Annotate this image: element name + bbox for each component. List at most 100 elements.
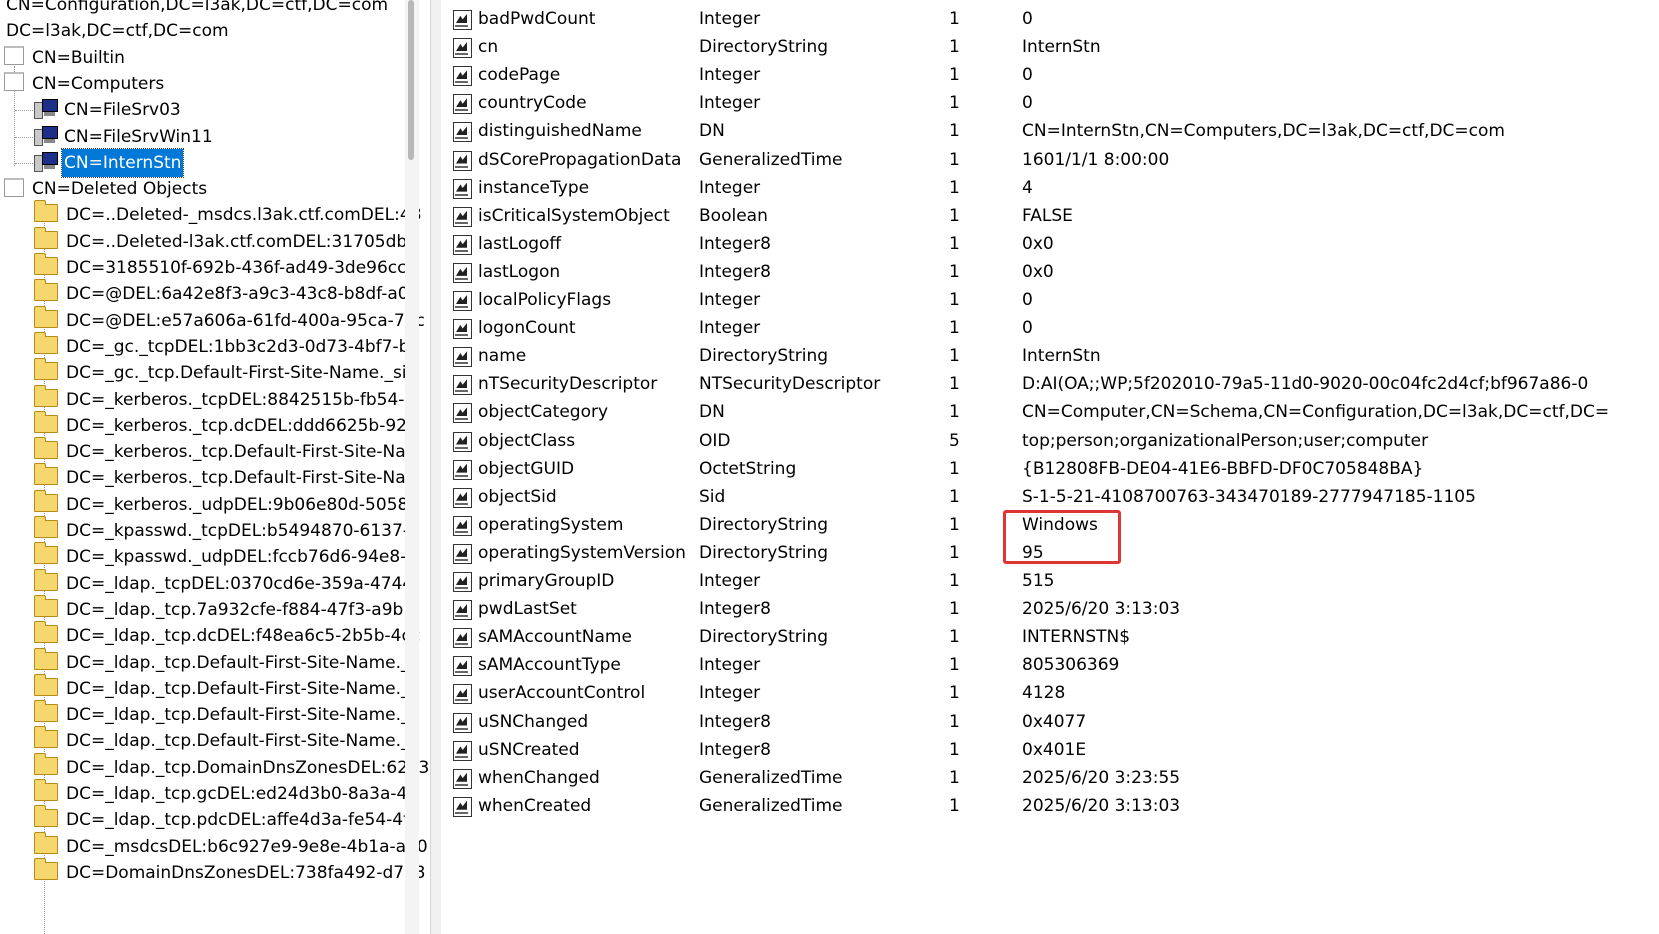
tree-item[interactable]: DC=_ldap._tcpDEL:0370cd6e-359a-4744-: [34, 568, 421, 598]
attribute-row[interactable]: codePage Integer 1 0: [441, 61, 1659, 89]
attribute-syntax: Integer: [699, 571, 761, 591]
tree-item[interactable]: CN=Deleted Objects: [4, 175, 209, 203]
attribute-row[interactable]: lastLogoff Integer8 1 0x0: [441, 230, 1659, 258]
attribute-row[interactable]: objectGUID OctetString 1 {B12808FB-DE04-41E…: [441, 455, 1659, 483]
attribute-syntax: DirectoryString: [699, 627, 829, 648]
tree-item[interactable]: DC=_kerberos._tcp.dcDEL:ddd6625b-92c: [34, 410, 418, 440]
tree-item[interactable]: DC=_ldap._tcp.Default-First-Site-Name._s: [34, 700, 420, 729]
attribute-row[interactable]: sAMAccountName DirectoryString 1 INTERNSTN$: [441, 623, 1659, 651]
attribute-row[interactable]: objectSid Sid 1 S-1-5-21-4108700763-3434701…: [441, 483, 1659, 511]
tree-item[interactable]: DC=_ldap._tcp.pdcDEL:affe4d3a-fe54-4f: [34, 805, 411, 834]
attribute-count: 1: [949, 318, 960, 339]
tree-item[interactable]: DC=_ldap._tcp.7a932cfe-f884-47f3-a9b1: [34, 594, 416, 624]
attribute-row[interactable]: name DirectoryString 1 InternStn: [441, 342, 1659, 370]
attribute-row[interactable]: objectClass OID 5 top;person;organizational…: [441, 427, 1659, 455]
tree-item[interactable]: DC=l3ak,DC=ctf,DC=com: [4, 17, 231, 45]
tree-item[interactable]: CN=FileSrvWin11: [34, 123, 215, 151]
tree-item[interactable]: DC=3185510f-692b-436f-ad49-3de96cce: [34, 253, 419, 282]
attribute-row[interactable]: whenChanged GeneralizedTime 1 2025/6/20 3:2…: [441, 764, 1659, 792]
attribute-row[interactable]: userAccountControl Integer 1 4128: [441, 679, 1659, 707]
attribute-row[interactable]: whenCreated GeneralizedTime 1 2025/6/20 3:1…: [441, 792, 1659, 820]
tree-item[interactable]: DC=_ldap._tcp.Default-First-Site-Name._s: [34, 673, 420, 703]
tree-scrollbar-thumb[interactable]: [408, 0, 414, 160]
attribute-row[interactable]: dSCorePropagationData GeneralizedTime 1 160…: [441, 146, 1659, 174]
attribute-icon: [453, 347, 472, 368]
folder-icon: [34, 831, 58, 854]
folder-icon: [34, 437, 58, 460]
folder-icon: [34, 621, 58, 644]
attribute-count: 1: [949, 149, 960, 170]
attribute-row[interactable]: uSNCreated Integer8 1 0x401E: [441, 736, 1659, 764]
attribute-syntax: GeneralizedTime: [699, 149, 843, 170]
folder-icon: [34, 568, 58, 591]
tree-item[interactable]: DC=_kpasswd._udpDEL:fccb76d6-94e8-4: [34, 542, 419, 571]
tree-item[interactable]: DC=@DEL:e57a606a-61fd-400a-95ca-71c: [34, 305, 427, 335]
computer-icon: [34, 99, 58, 120]
tree-item[interactable]: DC=@DEL:6a42e8f3-a9c3-43c8-b8df-a0a: [34, 279, 421, 308]
tree-item[interactable]: DC=_kerberos._udpDEL:9b06e80d-5058-: [34, 489, 416, 519]
tree-item-label: DC=_kpasswd._tcpDEL:b5494870-6137-4: [66, 521, 420, 541]
tree-item[interactable]: DC=_gc._tcp.Default-First-Site-Name._sit: [34, 358, 415, 387]
tree-item[interactable]: DC=..Deleted-l3ak.ctf.comDEL:31705db5: [34, 226, 420, 256]
tree-item[interactable]: CN=Computers: [4, 70, 166, 98]
tree-item[interactable]: CN=FileSrv03: [34, 96, 183, 124]
attribute-row[interactable]: uSNChanged Integer8 1 0x4077: [441, 708, 1659, 736]
tree-item[interactable]: DC=_kpasswd._tcpDEL:b5494870-6137-4: [34, 516, 422, 545]
tree-item[interactable]: CN=InternStn: [34, 147, 185, 178]
tree-item[interactable]: DC=_gc._tcpDEL:1bb3c2d3-0d73-4bf7-b5: [34, 331, 422, 361]
attribute-row[interactable]: nTSecurityDescriptor NTSecurityDescriptor…: [441, 370, 1659, 398]
attribute-row[interactable]: objectCategory DN 1 CN=Computer,CN=Schema,C…: [441, 398, 1659, 426]
attribute-count: 1: [949, 486, 960, 507]
attribute-list[interactable]: badPwdCount Integer 1 0 cn DirectoryString 1 In…: [441, 0, 1659, 934]
attribute-row[interactable]: sAMAccountType Integer 1 805306369: [441, 651, 1659, 679]
tree-item-label: CN=Builtin: [32, 47, 125, 68]
tree-item-label: DC=_kerberos._tcpDEL:8842515b-fb54-4: [66, 389, 416, 410]
attribute-icon: [453, 10, 472, 30]
tree-item[interactable]: DC=_kerberos._tcp.Default-First-Site-Nar: [34, 437, 415, 466]
attribute-row[interactable]: instanceType Integer 1 4: [441, 174, 1659, 202]
tree-item[interactable]: DC=_ldap._tcp.DomainDnsZonesDEL:62e3: [34, 752, 430, 782]
attribute-row[interactable]: primaryGroupID Integer 1 515: [441, 567, 1659, 595]
attribute-value: 2025/6/20 3:23:55: [1022, 767, 1181, 788]
attribute-syntax: Integer8: [699, 233, 771, 254]
directory-tree[interactable]: CN=Configuration,DC=l3ak,DC=ctf,DC=com DC…: [0, 0, 430, 934]
attribute-syntax: NTSecurityDescriptor: [699, 374, 881, 395]
tree-item[interactable]: DC=_ldap._tcp.gcDEL:ed24d3b0-8a3a-41: [34, 779, 420, 808]
attribute-row[interactable]: cn DirectoryString 1 InternStn: [441, 33, 1659, 61]
tree-item[interactable]: DC=_msdcsDEL:b6c927e9-9e8e-4b1a-a80: [34, 831, 430, 861]
tree-item[interactable]: DC=_ldap._tcp.Default-First-Site-Name._s: [34, 647, 420, 677]
tree-item[interactable]: CN=Builtin: [4, 44, 127, 72]
folder-icon: [34, 279, 58, 302]
tree-item[interactable]: DC=DomainDnsZonesDEL:738fa492-d7e8: [34, 857, 427, 887]
attribute-row[interactable]: lastLogon Integer8 1 0x0: [441, 258, 1659, 286]
attribute-row[interactable]: countryCode Integer 1 0: [441, 89, 1659, 117]
attribute-count: 1: [949, 93, 960, 114]
attribute-name: operatingSystemVersion: [478, 542, 686, 563]
attribute-icon: [453, 572, 472, 592]
attribute-count: 1: [949, 402, 960, 423]
attribute-icon: [453, 319, 472, 340]
attribute-row[interactable]: pwdLastSet Integer8 1 2025/6/20 3:13:03: [441, 595, 1659, 623]
attribute-count: 1: [949, 767, 960, 788]
attribute-row[interactable]: isCriticalSystemObject Boolean 1 FALSE: [441, 202, 1659, 230]
attribute-value: {B12808FB-DE04-41E6-BBFD-DF0C705848BA}: [1022, 458, 1424, 479]
attribute-row[interactable]: distinguishedName DN 1 CN=InternStn,CN=Comp…: [441, 117, 1659, 145]
attribute-value: 2025/6/20 3:13:03: [1022, 599, 1181, 620]
tree-item[interactable]: DC=_ldap._tcp.Default-First-Site-Name._s: [34, 726, 420, 755]
tree-item[interactable]: DC=_ldap._tcp.dcDEL:f48ea6c5-2b5b-4cc: [34, 621, 422, 650]
tree-item[interactable]: DC=_kerberos._tcpDEL:8842515b-fb54-4: [34, 384, 417, 414]
attribute-row[interactable]: localPolicyFlags Integer 1 0: [441, 286, 1659, 314]
tree-item[interactable]: DC=..Deleted-_msdcs.l3ak.ctf.comDEL:48: [34, 200, 423, 229]
tree-item[interactable]: DC=_kerberos._tcp.Default-First-Site-Nar: [34, 463, 415, 492]
tree-item[interactable]: CN=Configuration,DC=l3ak,DC=ctf,DC=com: [4, 0, 390, 19]
tree-item-label: DC=_ldap._tcp.Default-First-Site-Name._s: [66, 731, 419, 752]
attribute-name: instanceType: [478, 177, 590, 198]
tree-item-label: DC=_kerberos._tcp.Default-First-Site-Nar: [66, 442, 413, 463]
tree-item-label: CN=Configuration,DC=l3ak,DC=ctf,DC=com: [6, 0, 389, 15]
attribute-syntax: DirectoryString: [699, 542, 829, 563]
attribute-name: whenCreated: [478, 795, 592, 816]
attribute-value: 0x0: [1022, 233, 1054, 254]
attribute-count: 1: [949, 711, 960, 732]
attribute-row[interactable]: logonCount Integer 1 0: [441, 314, 1659, 342]
attribute-row[interactable]: badPwdCount Integer 1 0: [441, 5, 1659, 33]
